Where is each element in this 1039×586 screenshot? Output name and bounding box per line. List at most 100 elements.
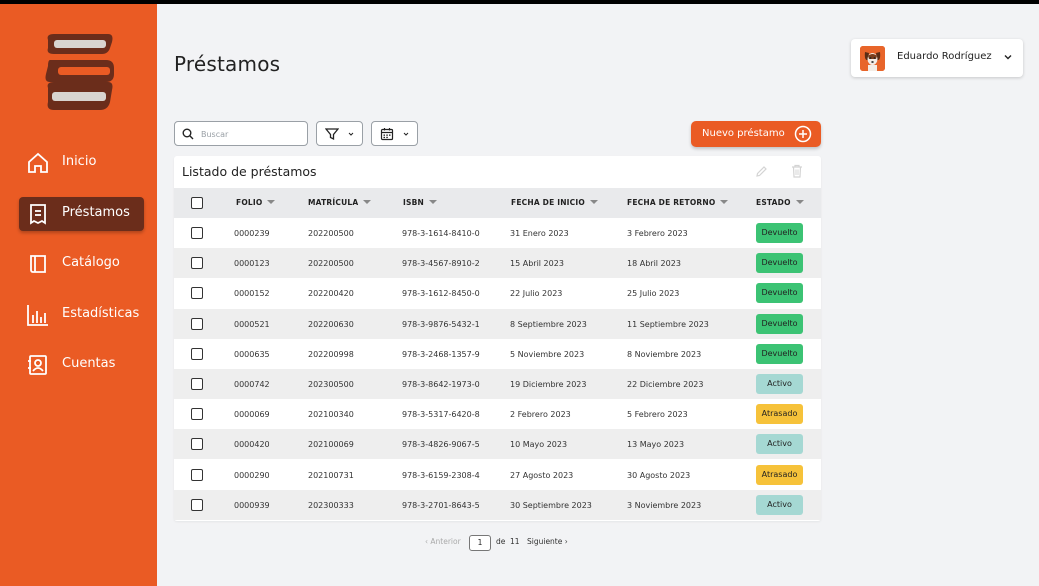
calendar-icon (380, 128, 394, 141)
column-header-fecha-inicio[interactable]: FECHA DE INICIO (511, 198, 598, 207)
sidebar: Inicio Préstamos Catálogo Estadísticas C… (0, 4, 157, 586)
row-checkbox[interactable] (191, 257, 203, 270)
status-badge: Devuelto (756, 283, 803, 304)
trash-icon[interactable] (791, 164, 803, 178)
nav-item-label: Catálogo (62, 255, 120, 270)
pagination-next[interactable]: Siguiente › (527, 537, 568, 546)
user-name: Eduardo Rodríguez (897, 51, 992, 62)
status-badge: Devuelto (756, 313, 803, 334)
cell-folio: 0000635 (234, 349, 270, 359)
search-input[interactable] (201, 127, 301, 141)
cell-fecha-inicio: 19 Diciembre 2023 (510, 380, 587, 389)
cell-fecha-retorno: 30 Agosto 2023 (627, 470, 691, 480)
new-loan-button[interactable]: Nuevo préstamo (691, 121, 821, 147)
status-badge: Devuelto (756, 253, 803, 274)
user-menu[interactable]: Eduardo Rodríguez (851, 39, 1023, 77)
cell-fecha-retorno: 22 Diciembre 2023 (627, 380, 704, 389)
table-row[interactable]: 0000152 202200420 978-3-1612-8450-0 22 Juli… (174, 278, 821, 308)
table-row[interactable]: 0000290 202100731 978-3-6159-2308-4 27 Agos… (174, 460, 821, 490)
cell-matricula: 202200998 (308, 349, 354, 359)
table-row[interactable]: 0000742 202300500 978-3-8642-1973-0 19 Dici… (174, 369, 821, 399)
cell-matricula: 202100340 (308, 410, 354, 420)
row-checkbox[interactable] (191, 468, 203, 481)
status-badge: Devuelto (756, 343, 803, 364)
select-all-checkbox[interactable] (191, 197, 203, 209)
app-window: Inicio Préstamos Catálogo Estadísticas C… (0, 4, 1039, 586)
cell-fecha-inicio: 30 Septiembre 2023 (510, 500, 592, 510)
table-row[interactable]: 0000123 202200500 978-3-4567-8910-2 15 Abri… (174, 248, 821, 279)
row-checkbox[interactable] (191, 438, 203, 451)
cell-matricula: 202300333 (308, 500, 354, 510)
status-badge: Atrasado (756, 404, 803, 425)
cell-folio: 0000420 (234, 440, 270, 450)
column-header-estado[interactable]: ESTADO (756, 198, 804, 207)
column-header-isbn[interactable]: ISBN (403, 198, 437, 207)
table-row[interactable]: 0000635 202200998 978-3-2468-1357-9 5 Novie… (174, 339, 821, 369)
cell-matricula: 202100069 (308, 440, 354, 450)
nav-item-cuentas[interactable]: Cuentas (19, 348, 144, 382)
cell-fecha-retorno: 3 Noviembre 2023 (627, 500, 702, 510)
cell-folio: 0000742 (234, 380, 270, 389)
cell-matricula: 202200500 (308, 259, 354, 269)
cell-isbn: 978-3-9876-5432-1 (402, 319, 480, 329)
cell-matricula: 202200500 (308, 229, 354, 238)
status-badge: Activo (756, 494, 803, 515)
edit-icon[interactable] (755, 165, 768, 178)
row-checkbox[interactable] (191, 408, 203, 421)
cell-fecha-retorno: 25 Julio 2023 (627, 289, 680, 299)
cell-matricula: 202200420 (308, 289, 354, 299)
contact-card-icon (25, 352, 51, 378)
table-row[interactable]: 0000069 202100340 978-3-5317-6420-8 2 Febre… (174, 399, 821, 429)
row-checkbox[interactable] (191, 347, 203, 360)
pagination-prev[interactable]: ‹ Anterior (425, 537, 461, 546)
column-header-matricula[interactable]: MATRÍCULA (308, 198, 372, 207)
cell-fecha-retorno: 13 Mayo 2023 (627, 440, 685, 450)
table-row[interactable]: 0000521 202200630 978-3-9876-5432-1 8 Septi… (174, 308, 821, 339)
table-row[interactable]: 0000420 202100069 978-3-4826-9067-5 10 Mayo… (174, 429, 821, 460)
column-header-fecha-retorno[interactable]: FECHA DE RETORNO (627, 198, 729, 207)
column-header-folio[interactable]: FOLIO (236, 198, 276, 207)
cell-fecha-inicio: 22 Julio 2023 (510, 289, 563, 299)
nav-item-estadisticas[interactable]: Estadísticas (19, 298, 144, 332)
row-checkbox[interactable] (191, 317, 203, 330)
row-checkbox[interactable] (191, 498, 203, 511)
home-icon (25, 150, 51, 176)
cell-matricula: 202300500 (308, 380, 354, 389)
avatar (860, 46, 885, 71)
pagination-of: de (496, 537, 506, 546)
nav-item-label: Inicio (62, 154, 97, 169)
cell-fecha-retorno: 5 Febrero 2023 (627, 410, 688, 420)
nav-item-inicio[interactable]: Inicio (19, 146, 144, 180)
receipt-icon (25, 201, 51, 227)
nav-item-prestamos[interactable]: Préstamos (19, 197, 144, 231)
row-checkbox[interactable] (191, 287, 203, 300)
row-checkbox[interactable] (191, 378, 203, 390)
table-title: Listado de préstamos (182, 164, 317, 179)
pagination-total: 11 (510, 537, 520, 546)
cell-folio: 0000521 (234, 319, 270, 329)
cell-isbn: 978-3-2468-1357-9 (402, 349, 480, 359)
cell-folio: 0000290 (234, 470, 270, 480)
sort-icon (429, 200, 437, 204)
table-row[interactable]: 0000239 202200500 978-3-1614-8410-0 31 Ener… (174, 218, 821, 248)
books-logo-icon (45, 34, 114, 110)
cell-folio: 0000152 (234, 289, 270, 299)
nav-item-label: Préstamos (62, 205, 130, 220)
table-header: FOLIO MATRÍCULA ISBN FECHA DE INICIO FEC… (174, 188, 821, 218)
pagination-current-page[interactable]: 1 (469, 535, 491, 551)
date-filter-button[interactable] (371, 121, 418, 146)
cell-folio: 0000123 (234, 259, 270, 269)
row-checkbox[interactable] (191, 227, 203, 239)
cell-fecha-retorno: 18 Abril 2023 (627, 259, 681, 269)
nav-item-catalogo[interactable]: Catálogo (19, 247, 144, 281)
cell-isbn: 978-3-2701-8643-5 (402, 500, 480, 510)
filter-button[interactable] (316, 121, 363, 146)
cell-fecha-inicio: 27 Agosto 2023 (510, 470, 574, 480)
filter-icon (325, 128, 339, 141)
sort-icon (589, 200, 598, 204)
cell-isbn: 978-3-4567-8910-2 (402, 259, 480, 269)
table-row[interactable]: 0000939 202300333 978-3-2701-8643-5 30 Sept… (174, 489, 821, 520)
nav-item-label: Estadísticas (62, 306, 140, 321)
cell-folio: 0000939 (234, 500, 270, 510)
cell-fecha-retorno: 8 Noviembre 2023 (627, 349, 702, 359)
